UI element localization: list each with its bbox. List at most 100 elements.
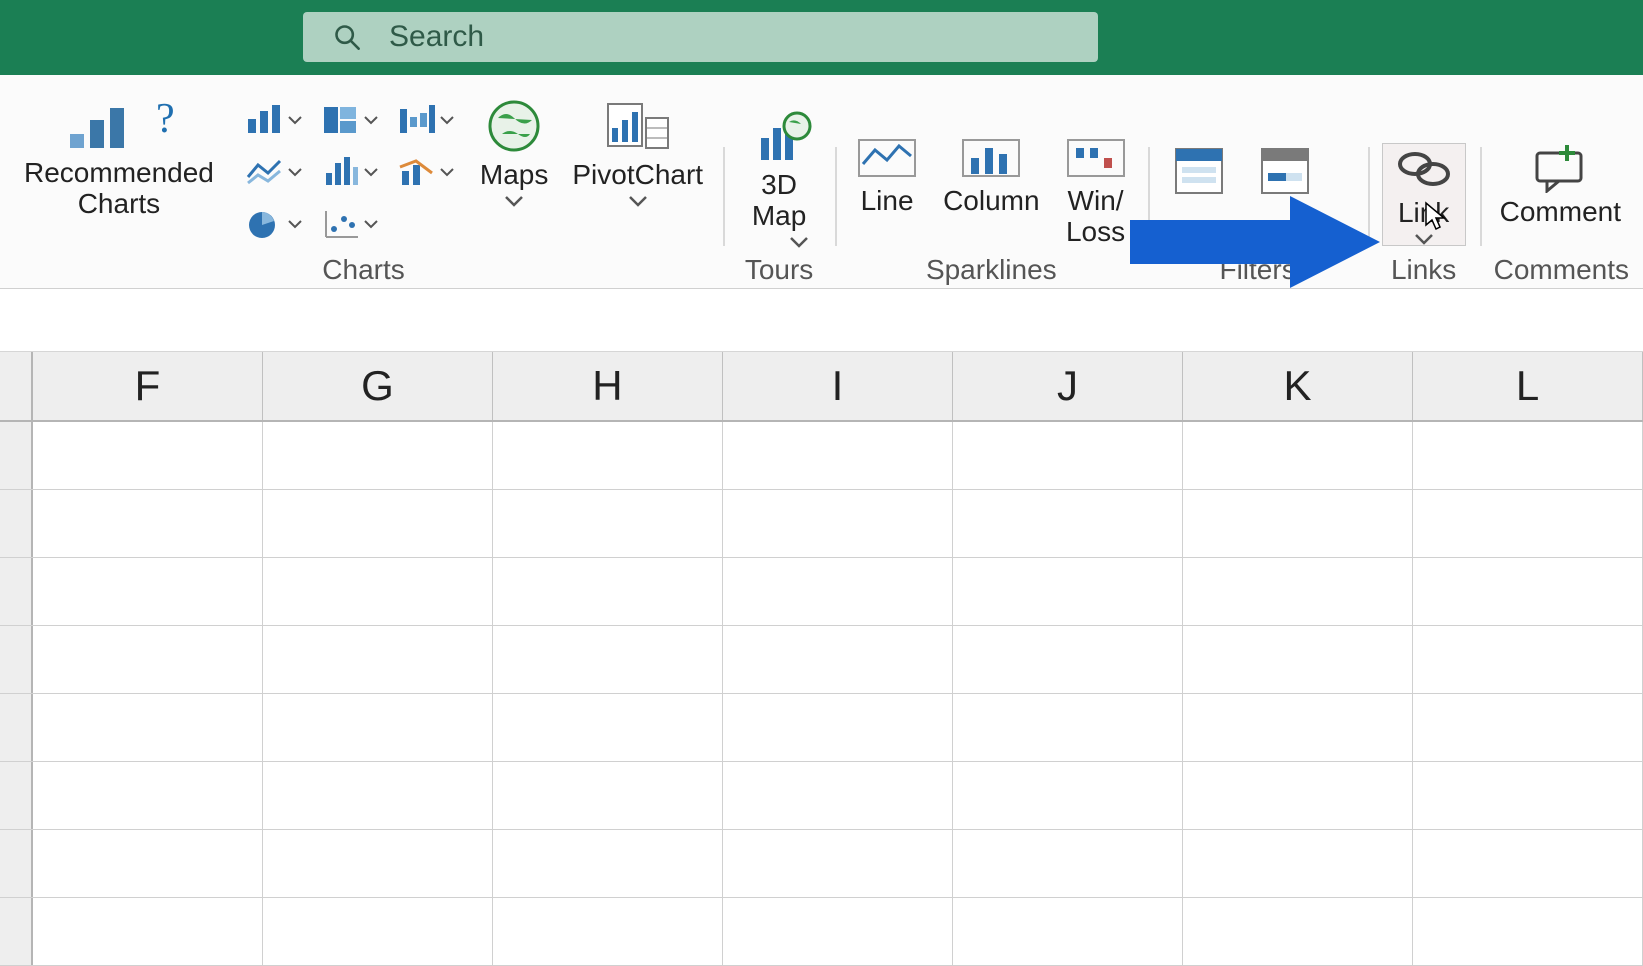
grid-row — [0, 558, 1643, 626]
cell[interactable] — [1183, 898, 1413, 965]
slicer-button[interactable] — [1162, 143, 1236, 199]
statistic-chart-dropdown[interactable] — [314, 148, 386, 196]
grid-row — [0, 490, 1643, 558]
cell[interactable] — [33, 830, 263, 897]
cell[interactable] — [1413, 762, 1643, 829]
cell[interactable] — [1183, 762, 1413, 829]
row-header[interactable] — [0, 558, 33, 625]
hierarchy-chart-dropdown[interactable] — [314, 96, 386, 144]
line-chart-dropdown[interactable] — [238, 148, 310, 196]
cell[interactable] — [33, 762, 263, 829]
cell[interactable] — [263, 898, 493, 965]
row-header[interactable] — [0, 898, 33, 965]
sparkline-winloss-label: Win/ Loss — [1066, 186, 1125, 248]
cell[interactable] — [1413, 898, 1643, 965]
cell[interactable] — [1413, 558, 1643, 625]
cell[interactable] — [493, 898, 723, 965]
cell[interactable] — [723, 830, 953, 897]
waterfall-chart-dropdown[interactable] — [390, 96, 462, 144]
title-bar: Search — [0, 0, 1643, 75]
cell[interactable] — [723, 490, 953, 557]
cell[interactable] — [493, 558, 723, 625]
column-chart-dropdown[interactable] — [238, 96, 310, 144]
cell[interactable] — [263, 490, 493, 557]
cell[interactable] — [33, 558, 263, 625]
cell[interactable] — [493, 830, 723, 897]
cell[interactable] — [1413, 422, 1643, 489]
cell[interactable] — [1183, 626, 1413, 693]
row-header[interactable] — [0, 830, 33, 897]
cell[interactable] — [723, 694, 953, 761]
cell[interactable] — [723, 626, 953, 693]
cell[interactable] — [263, 558, 493, 625]
cell[interactable] — [493, 490, 723, 557]
column-header[interactable]: K — [1183, 352, 1413, 420]
cell[interactable] — [33, 626, 263, 693]
column-header[interactable]: H — [493, 352, 723, 420]
sparkline-winloss-button[interactable]: Win/ Loss — [1058, 134, 1134, 248]
select-all-corner[interactable] — [0, 352, 33, 420]
cell[interactable] — [263, 694, 493, 761]
cell[interactable] — [493, 694, 723, 761]
cell[interactable] — [723, 898, 953, 965]
cell[interactable] — [263, 762, 493, 829]
cell[interactable] — [263, 422, 493, 489]
row-header[interactable] — [0, 762, 33, 829]
sparkline-line-button[interactable]: Line — [849, 134, 925, 217]
cell[interactable] — [493, 762, 723, 829]
cell[interactable] — [263, 626, 493, 693]
grid-rows — [0, 422, 1643, 966]
pie-chart-dropdown[interactable] — [238, 200, 310, 248]
cell[interactable] — [33, 422, 263, 489]
cell[interactable] — [723, 762, 953, 829]
cell[interactable] — [33, 694, 263, 761]
chart-type-gallery — [238, 96, 462, 248]
cell[interactable] — [1183, 422, 1413, 489]
search-box[interactable]: Search — [303, 12, 1098, 62]
cell[interactable] — [953, 626, 1183, 693]
cell[interactable] — [953, 762, 1183, 829]
row-header[interactable] — [0, 422, 33, 489]
cell[interactable] — [723, 558, 953, 625]
scatter-chart-dropdown[interactable] — [314, 200, 386, 248]
row-header[interactable] — [0, 490, 33, 557]
column-header[interactable]: J — [953, 352, 1183, 420]
recommended-charts-button[interactable]: ? Recommended Charts — [18, 98, 220, 220]
timeline-button[interactable] — [1248, 143, 1322, 199]
cell[interactable] — [493, 422, 723, 489]
cell[interactable] — [1183, 830, 1413, 897]
column-header[interactable]: L — [1413, 352, 1643, 420]
cell[interactable] — [1413, 830, 1643, 897]
cell[interactable] — [1183, 558, 1413, 625]
cell[interactable] — [1413, 694, 1643, 761]
cell[interactable] — [33, 898, 263, 965]
cell[interactable] — [1413, 626, 1643, 693]
sparkline-column-button[interactable]: Column — [937, 134, 1045, 217]
row-header[interactable] — [0, 694, 33, 761]
cell[interactable] — [953, 898, 1183, 965]
maps-button[interactable]: Maps — [474, 98, 554, 207]
3d-map-button[interactable]: 3D Map — [737, 108, 821, 248]
cell[interactable] — [33, 490, 263, 557]
comment-button[interactable]: Comment — [1494, 143, 1627, 228]
pivotchart-button[interactable]: PivotChart — [566, 98, 709, 207]
column-header[interactable]: F — [33, 352, 263, 420]
cell[interactable] — [493, 626, 723, 693]
link-button[interactable]: Link — [1382, 143, 1466, 246]
grid-row — [0, 422, 1643, 490]
cell[interactable] — [953, 694, 1183, 761]
cell[interactable] — [723, 422, 953, 489]
cell[interactable] — [953, 830, 1183, 897]
row-header[interactable] — [0, 626, 33, 693]
cell[interactable] — [1183, 694, 1413, 761]
cell[interactable] — [1413, 490, 1643, 557]
combo-chart-dropdown[interactable] — [390, 148, 462, 196]
cell[interactable] — [953, 490, 1183, 557]
group-tours: 3D Map Tours — [723, 143, 835, 288]
cell[interactable] — [1183, 490, 1413, 557]
cell[interactable] — [953, 558, 1183, 625]
column-header[interactable]: I — [723, 352, 953, 420]
cell[interactable] — [953, 422, 1183, 489]
cell[interactable] — [263, 830, 493, 897]
column-header[interactable]: G — [263, 352, 493, 420]
